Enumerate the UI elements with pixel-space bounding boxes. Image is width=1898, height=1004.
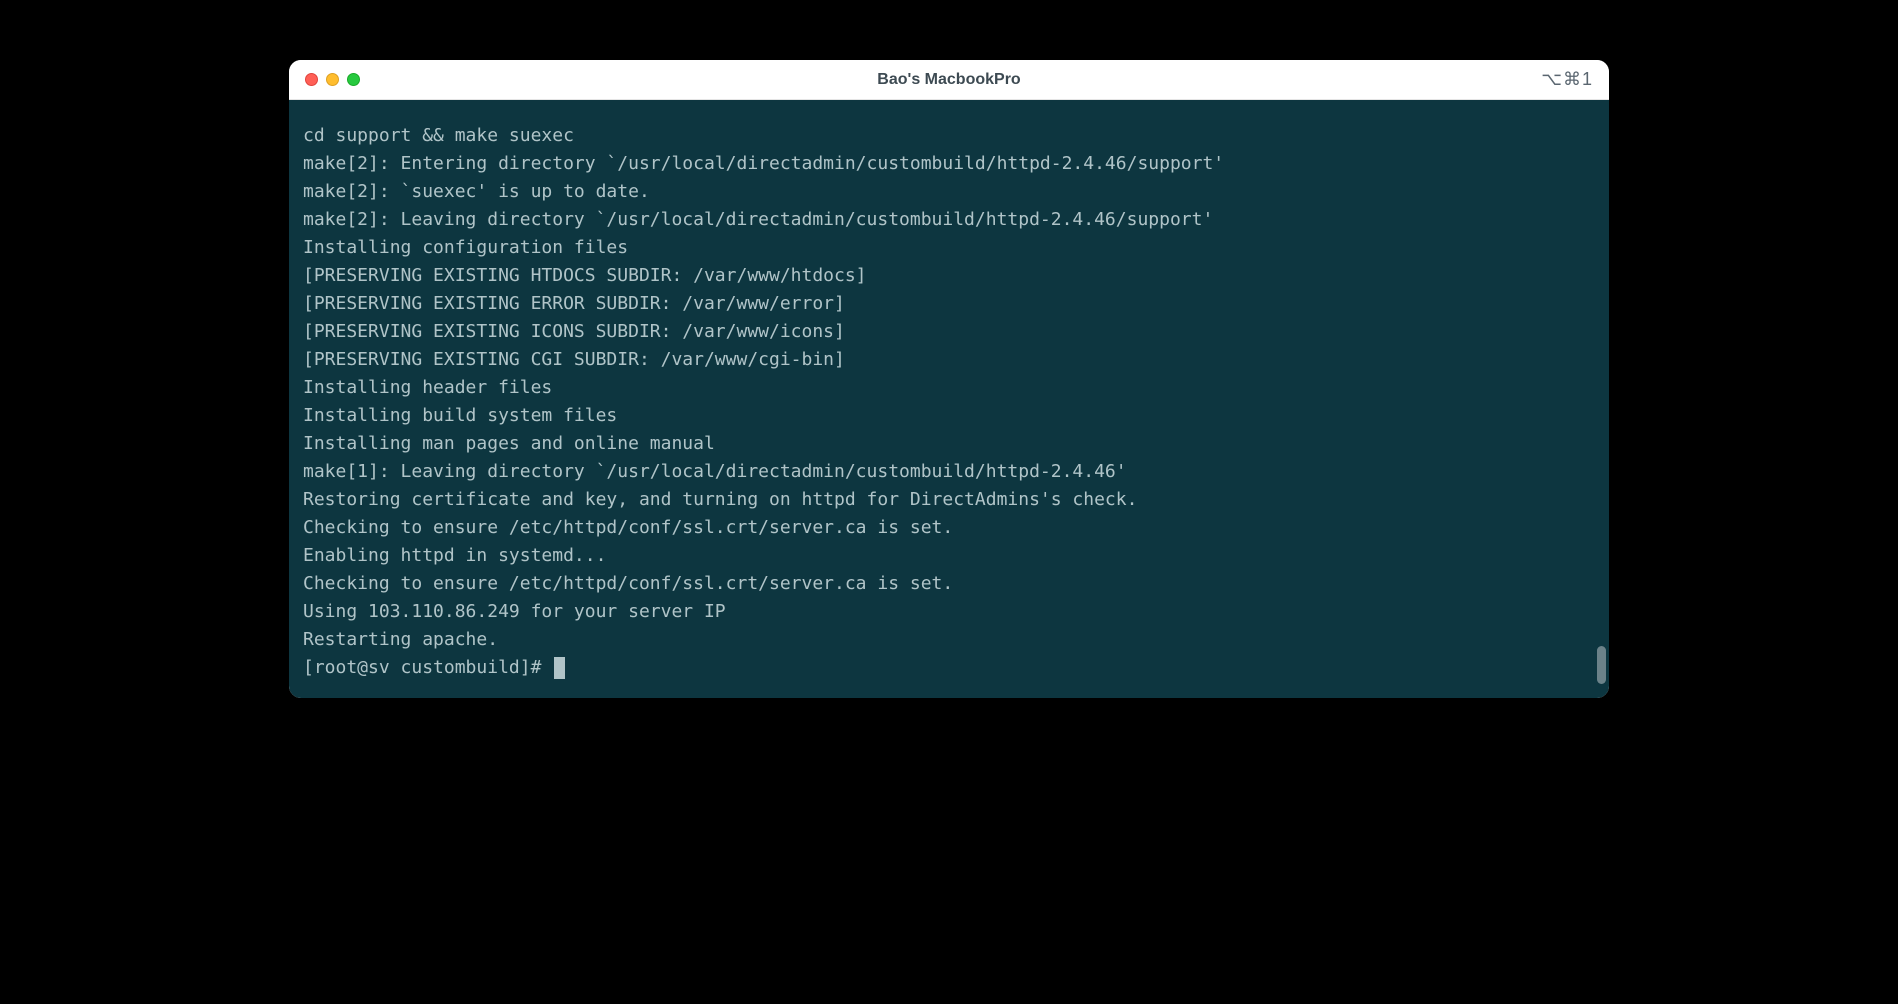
terminal-prompt: [root@sv custombuild]#: [303, 654, 552, 682]
close-button[interactable]: [305, 73, 318, 86]
titlebar[interactable]: Bao's MacbookPro ⌥⌘1: [289, 60, 1609, 100]
shortcut-hint: ⌥⌘1: [1541, 69, 1593, 90]
scrollbar-thumb[interactable]: [1597, 646, 1606, 684]
maximize-button[interactable]: [347, 73, 360, 86]
terminal-output-line: [PRESERVING EXISTING HTDOCS SUBDIR: /var…: [303, 262, 1595, 290]
terminal-output-line: Checking to ensure /etc/httpd/conf/ssl.c…: [303, 570, 1595, 598]
traffic-lights: [305, 73, 360, 86]
terminal-output-line: [PRESERVING EXISTING ICONS SUBDIR: /var/…: [303, 318, 1595, 346]
terminal-output-line: Restarting apache.: [303, 626, 1595, 654]
cursor-icon: [554, 657, 565, 679]
terminal-output-line: Using 103.110.86.249 for your server IP: [303, 598, 1595, 626]
terminal-output-line: make[1]: Leaving directory `/usr/local/d…: [303, 458, 1595, 486]
terminal-output-line: make[2]: `suexec' is up to date.: [303, 178, 1595, 206]
terminal-prompt-line: [root@sv custombuild]#: [303, 654, 1595, 682]
terminal-output-line: Installing man pages and online manual: [303, 430, 1595, 458]
minimize-button[interactable]: [326, 73, 339, 86]
terminal-output-line: Restoring certificate and key, and turni…: [303, 486, 1595, 514]
terminal-output-line: cd support && make suexec: [303, 122, 1595, 150]
terminal-output-line: Checking to ensure /etc/httpd/conf/ssl.c…: [303, 514, 1595, 542]
window-title: Bao's MacbookPro: [877, 71, 1020, 89]
terminal-output-line: [PRESERVING EXISTING CGI SUBDIR: /var/ww…: [303, 346, 1595, 374]
terminal-window: Bao's MacbookPro ⌥⌘1 cd support && make …: [289, 60, 1609, 698]
terminal-output-line: make[2]: Leaving directory `/usr/local/d…: [303, 206, 1595, 234]
terminal-output-line: [PRESERVING EXISTING ERROR SUBDIR: /var/…: [303, 290, 1595, 318]
terminal-output-line: Enabling httpd in systemd...: [303, 542, 1595, 570]
terminal-body[interactable]: cd support && make suexec make[2]: Enter…: [289, 100, 1609, 698]
terminal-output-line: make[2]: Entering directory `/usr/local/…: [303, 150, 1595, 178]
terminal-output-line: Installing build system files: [303, 402, 1595, 430]
terminal-output-line: Installing configuration files: [303, 234, 1595, 262]
terminal-output-line: Installing header files: [303, 374, 1595, 402]
